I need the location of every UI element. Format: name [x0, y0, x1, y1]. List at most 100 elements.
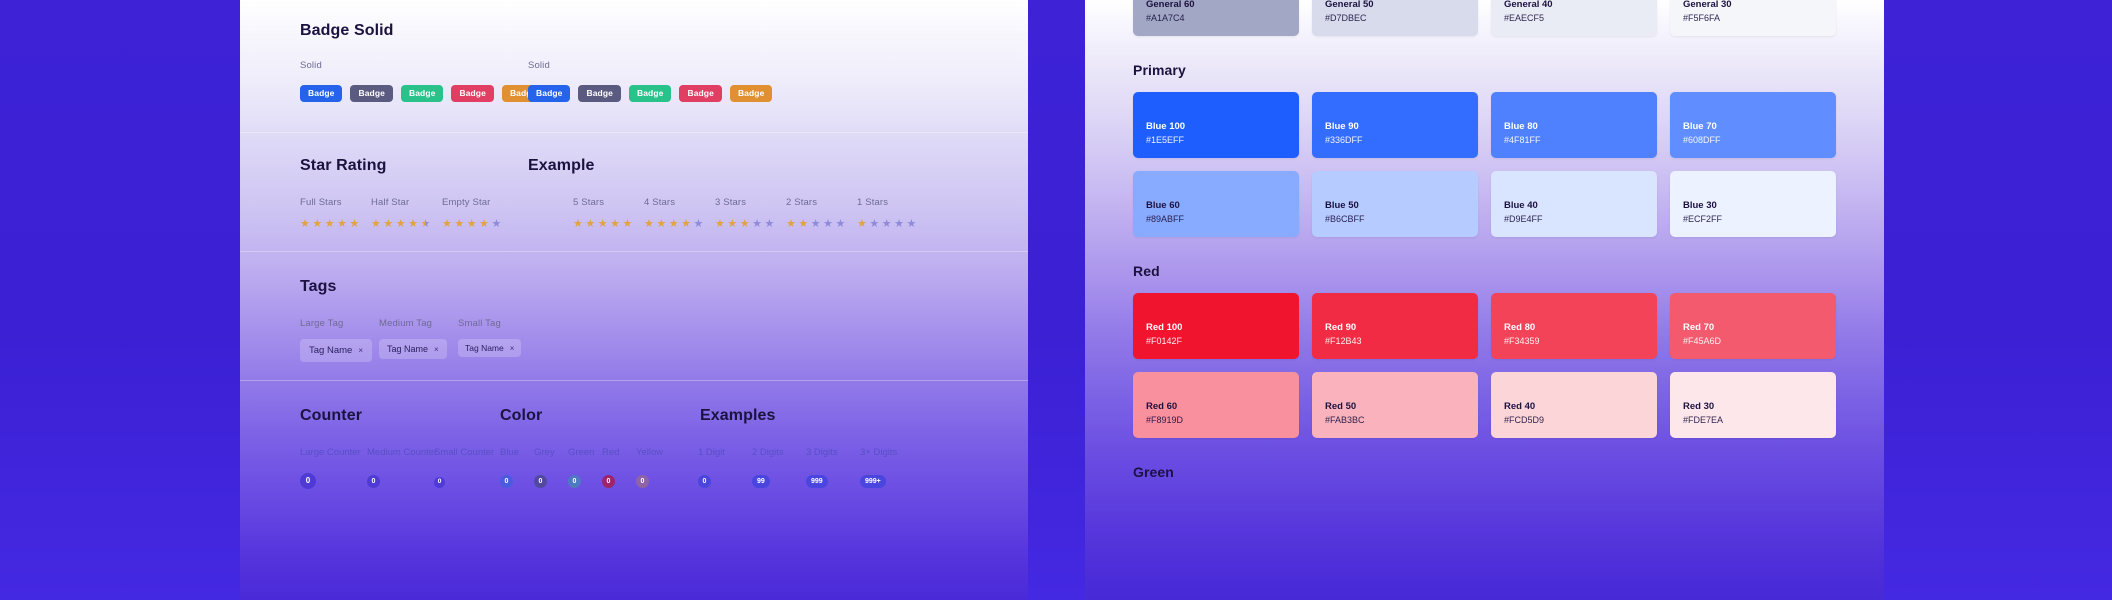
badge-row: Badge Badge Badge Badge Badge [300, 85, 545, 102]
badge-red[interactable]: Badge [451, 85, 494, 102]
star-example-5: 5 Stars ★ ★ ★ ★ ★ [573, 197, 644, 230]
swatch-hex: #D7DBEC [1325, 12, 1367, 23]
star-empty-icon: ★ [906, 218, 917, 230]
tag-col-medium: Medium Tag Tag Name × [379, 318, 458, 359]
counter-badge[interactable]: 0 [636, 475, 649, 488]
counter-color-label: Blue [500, 447, 520, 458]
star-display[interactable]: ★ ★ ★ ★ ★ [786, 219, 857, 230]
counter-badge[interactable]: 0 [434, 476, 445, 488]
badge-blue[interactable]: Badge [300, 85, 343, 102]
star-display[interactable]: ★ ★ ★ ★ ★ [442, 219, 513, 230]
counter-badge[interactable]: 999+ [860, 475, 886, 488]
swatch-blue-90[interactable]: Blue 90 #336DFF [1312, 92, 1478, 158]
badge-blue[interactable]: Badge [528, 85, 571, 102]
swatch-name: Red 40 [1504, 401, 1536, 413]
badge-grey[interactable]: Badge [350, 85, 393, 102]
swatch-hex: #F8919D [1146, 414, 1184, 425]
star-filled-icon: ★ [610, 218, 620, 230]
star-filled-icon: ★ [644, 218, 654, 230]
swatch-red-90[interactable]: Red 90 #F12B43 [1312, 293, 1478, 359]
swatch-red-30[interactable]: Red 30 #FDE7EA [1670, 372, 1836, 438]
star-filled-icon: ★ [786, 218, 796, 230]
star-display[interactable]: ★ ★ ★ ★ ★ [644, 219, 715, 230]
swatch-blue-60[interactable]: Blue 60 #89ABFF [1133, 171, 1299, 237]
tag-pill-small[interactable]: Tag Name × [458, 339, 522, 357]
swatch-blue-100[interactable]: Blue 100 #1E5EFF [1133, 92, 1299, 158]
swatch-hex: #ECF2FF [1683, 213, 1723, 224]
counter-badge[interactable]: 0 [602, 475, 615, 488]
swatch-general-50[interactable]: General 50 #D7DBEC [1312, 0, 1478, 36]
swatch-name: Blue 100 [1146, 121, 1186, 133]
badge-green[interactable]: Badge [400, 85, 444, 102]
swatch-general-40[interactable]: General 40 #EAECF5 [1491, 0, 1657, 36]
swatch-red-40[interactable]: Red 40 #FCD5D9 [1491, 372, 1657, 438]
swatch-red-80[interactable]: Red 80 #F34359 [1491, 293, 1657, 359]
counter-badge[interactable]: 99 [752, 475, 770, 488]
star-heading-row: Star Rating Example [300, 157, 968, 175]
tag-pill-large[interactable]: Tag Name × [300, 339, 372, 362]
counter-badge[interactable]: 999 [806, 475, 828, 488]
swatch-blue-80[interactable]: Blue 80 #4F81FF [1491, 92, 1657, 158]
star-display[interactable]: ★ ★ ★ ★ ★ [573, 219, 644, 230]
counter-heading-colors: Color [500, 407, 700, 425]
star-filled-icon: ★ [573, 218, 583, 230]
counter-color-green: Green 0 [568, 447, 602, 489]
badge-yellow[interactable]: Badge [729, 85, 773, 102]
star-filled-icon: ★ [857, 218, 867, 230]
swatch-hex: #A1A7C4 [1146, 12, 1185, 23]
counter-badge-wrap: 999+ [860, 470, 914, 488]
swatch-name: Red 70 [1683, 322, 1715, 334]
swatch-name: Blue 60 [1146, 200, 1180, 212]
counter-section: Counter Color Examples Large Counter 0 M [240, 381, 1028, 581]
tag-size-label: Large Tag [300, 318, 344, 329]
swatch-general-60[interactable]: General 60 #A1A7C4 [1133, 0, 1299, 36]
swatch-name: General 60 [1146, 0, 1195, 11]
tag-pill-label: Tag Name [465, 343, 504, 353]
close-icon[interactable]: × [358, 346, 363, 355]
swatch-name: Red 50 [1325, 401, 1357, 413]
counter-badge[interactable]: 0 [367, 475, 380, 488]
star-display[interactable]: ★ ★ ★ ★ ★ [371, 219, 442, 230]
star-display[interactable]: ★ ★ ★ ★ ★ [857, 219, 928, 230]
close-icon[interactable]: × [434, 345, 439, 354]
badge-green[interactable]: Badge [628, 85, 672, 102]
swatch-red-100[interactable]: Red 100 #F0142F [1133, 293, 1299, 359]
badge-group-label: Solid [300, 60, 322, 71]
star-empty-icon: ★ [835, 218, 846, 230]
swatch-red-70[interactable]: Red 70 #F45A6D [1670, 293, 1836, 359]
counter-badge[interactable]: 0 [534, 475, 547, 488]
counter-example-1digit: 1 Digit 0 [698, 447, 752, 489]
star-filled-icon: ★ [622, 218, 633, 230]
swatch-name: Red 60 [1146, 401, 1178, 413]
design-system-showcase: Badge Solid Solid Badge Badge Badge Badg… [0, 0, 2112, 600]
counter-badge[interactable]: 0 [300, 473, 316, 489]
swatch-hex: #F45A6D [1683, 335, 1722, 346]
counter-badge[interactable]: 0 [698, 475, 711, 488]
counter-badge[interactable]: 0 [500, 475, 513, 488]
star-display[interactable]: ★ ★ ★ ★ ★ [715, 219, 786, 230]
swatch-blue-50[interactable]: Blue 50 #B6CBFF [1312, 171, 1478, 237]
swatch-red-50[interactable]: Red 50 #FAB3BC [1312, 372, 1478, 438]
star-filled-icon: ★ [408, 218, 418, 230]
close-icon[interactable]: × [510, 344, 515, 353]
star-type-label: Full Stars [300, 197, 342, 208]
swatch-name: General 30 [1683, 0, 1732, 11]
star-filled-icon: ★ [585, 218, 596, 230]
badge-grey[interactable]: Badge [578, 85, 621, 102]
badge-red[interactable]: Badge [679, 85, 722, 102]
swatch-blue-70[interactable]: Blue 70 #608DFF [1670, 92, 1836, 158]
counter-size-label: Small Counter [434, 447, 495, 458]
swatch-general-30[interactable]: General 30 #F5F6FA [1670, 0, 1836, 36]
tag-pill-medium[interactable]: Tag Name × [379, 339, 447, 359]
swatch-blue-40[interactable]: Blue 40 #D9E4FF [1491, 171, 1657, 237]
counter-size-large: Large Counter 0 [300, 447, 367, 489]
badge-section-title: Badge Solid [300, 22, 394, 39]
swatch-blue-30[interactable]: Blue 30 #ECF2FF [1670, 171, 1836, 237]
counter-badge-wrap: 0 [568, 470, 602, 488]
star-spacer [513, 197, 573, 230]
star-display[interactable]: ★ ★ ★ ★ ★ [300, 219, 371, 230]
swatch-red-60[interactable]: Red 60 #F8919D [1133, 372, 1299, 438]
counter-badge[interactable]: 0 [568, 475, 581, 488]
swatch-hex: #B6CBFF [1325, 213, 1365, 224]
counter-example-label: 3 Digits [806, 447, 838, 458]
